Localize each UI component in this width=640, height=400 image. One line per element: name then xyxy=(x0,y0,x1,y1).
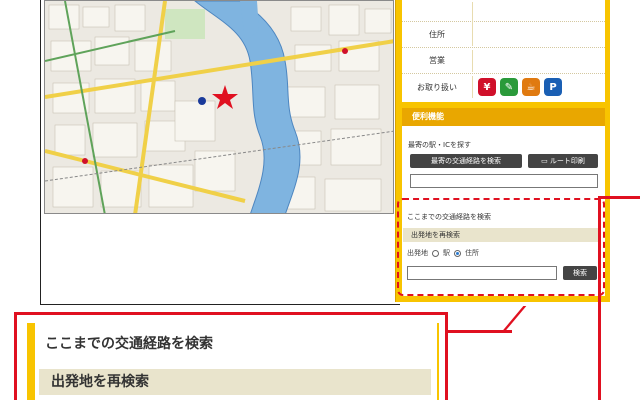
parking-icon: P xyxy=(544,78,562,96)
nearest-title: 最寄の駅・ICを探す xyxy=(408,141,471,149)
origin-options: 出発地 駅 住所 xyxy=(407,248,479,258)
zoom-accent-left xyxy=(27,323,35,400)
coffee-icon: ☕ xyxy=(522,78,540,96)
option-address-label: 住所 xyxy=(465,249,479,257)
screenshot-stage: 住所 営業 お取り扱い ¥ ✎ ☕ P 便利機能 最寄の駅・ICを探す 最寄の交… xyxy=(0,0,640,400)
zoom-inner: ここまでの交通経路を検索 出発地を再検索 xyxy=(35,323,437,400)
printer-icon: ▭ xyxy=(541,157,550,165)
page-frame-bottom xyxy=(40,304,400,305)
info-separator xyxy=(472,24,473,46)
connector-line xyxy=(500,306,527,333)
option-station-label: 駅 xyxy=(443,249,450,257)
hours-label: 営業 xyxy=(429,56,445,65)
zoom-subtitle: 出発地を再検索 xyxy=(39,369,431,395)
origin-input[interactable] xyxy=(407,266,557,280)
radio-station[interactable] xyxy=(432,249,439,257)
card-icon: ✎ xyxy=(500,78,518,96)
payment-icons: ¥ ✎ ☕ P xyxy=(478,78,562,96)
route-search-box: ここまでの交通経路を検索 出発地を再検索 出発地 駅 住所 検索 xyxy=(397,198,605,296)
shop-info-box: 住所 営業 お取り扱い ¥ ✎ ☕ P xyxy=(402,0,605,102)
research-origin-bar: 出発地を再検索 xyxy=(403,228,599,242)
yen-icon: ¥ xyxy=(478,78,496,96)
info-separator xyxy=(472,50,473,72)
route-print-button[interactable]: ▭ ルート印刷 xyxy=(528,154,598,168)
info-separator xyxy=(472,2,473,24)
info-separator xyxy=(472,76,473,98)
handling-label: お取り扱い xyxy=(417,82,457,92)
origin-label: 出発地 xyxy=(407,249,428,257)
radio-address[interactable] xyxy=(454,249,461,257)
features-header: 便利機能 xyxy=(402,108,605,126)
address-label: 住所 xyxy=(429,30,445,39)
map-view[interactable] xyxy=(44,0,394,214)
map-graphic xyxy=(45,1,393,213)
connector-line xyxy=(598,196,601,400)
info-row-address: 住所 xyxy=(402,22,605,48)
info-row-top xyxy=(402,0,605,24)
zoom-detail: ここまでの交通経路を検索 出発地を再検索 xyxy=(14,312,448,400)
connector-line xyxy=(598,196,640,199)
zoom-title: ここまでの交通経路を検索 xyxy=(45,336,213,352)
nearest-search-input[interactable] xyxy=(410,174,598,188)
page-frame-left xyxy=(40,0,41,305)
search-button[interactable]: 検索 xyxy=(563,266,597,280)
route-search-title: ここまでの交通経路を検索 xyxy=(407,213,491,221)
info-row-handling: お取り扱い ¥ ✎ ☕ P xyxy=(402,74,605,100)
info-row-hours: 営業 xyxy=(402,48,605,74)
nearest-route-button[interactable]: 最寄の交通経路を検索 xyxy=(410,154,522,168)
route-print-label: ルート印刷 xyxy=(549,157,585,165)
